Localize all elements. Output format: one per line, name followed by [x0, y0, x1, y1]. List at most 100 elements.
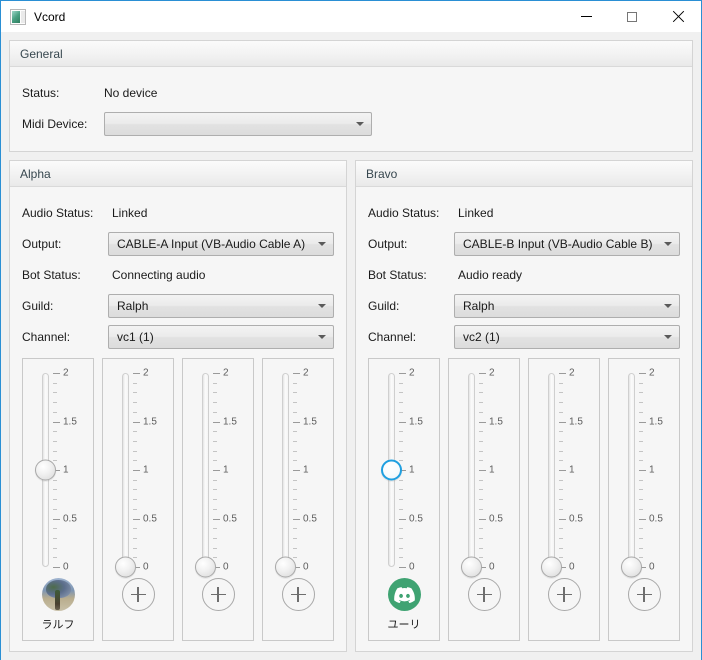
slider-tick-label: 1 — [63, 464, 69, 476]
slider-tick-minor — [559, 489, 563, 491]
slider-groove — [282, 373, 289, 567]
mixer-strip: 2 1.5 1 0.5 0 — [262, 358, 334, 641]
bravo-volume-slider-4[interactable]: 2 1.5 1 0.5 0 — [616, 367, 672, 578]
alpha-volume-slider-1[interactable]: 2 1.5 1 0.5 0 — [30, 367, 86, 573]
slider-tick-major — [399, 421, 406, 423]
slider-tick-minor — [479, 557, 483, 559]
general-group: General Status: No device Midi Device: — [9, 40, 693, 152]
slider-tick-minor — [479, 440, 483, 442]
maximize-button[interactable] — [609, 1, 655, 32]
bravo-output-row: Output: CABLE-B Input (VB-Audio Cable B) — [368, 230, 680, 257]
bravo-volume-slider-1[interactable]: 2 1.5 1 0.5 0 — [376, 367, 432, 573]
slider-tick-minor — [639, 411, 643, 413]
add-user-button[interactable] — [627, 578, 661, 611]
slider-tick-major — [639, 421, 646, 423]
slider-tick-minor — [213, 460, 217, 462]
alpha-audio-status-label: Audio Status: — [22, 205, 94, 220]
bravo-channel-select[interactable]: vc2 (1) — [454, 324, 680, 349]
slider-tick-major — [53, 421, 60, 423]
slider-tick-minor — [639, 508, 643, 510]
slider-tick-minor — [213, 537, 217, 539]
slider-handle[interactable] — [115, 556, 136, 578]
slider-tick-minor — [293, 402, 297, 404]
bravo-volume-slider-2[interactable]: 2 1.5 1 0.5 0 — [456, 367, 512, 578]
alpha-channel-select[interactable]: vc1 (1) — [108, 324, 334, 349]
bravo-output-select[interactable]: CABLE-B Input (VB-Audio Cable B) — [454, 231, 680, 256]
slider-tick-label: 2 — [143, 367, 149, 379]
bravo-channel-row: Channel: vc2 (1) — [368, 323, 680, 350]
slider-handle[interactable] — [541, 556, 562, 578]
midi-device-select[interactable] — [104, 111, 372, 136]
slider-tick-minor — [133, 499, 137, 501]
slider-tick-minor — [559, 402, 563, 404]
alpha-audio-status-row: Audio Status: Linked — [22, 199, 334, 226]
slider-tick-minor — [479, 460, 483, 462]
slider-tick-label: 1 — [649, 464, 655, 476]
add-user-button[interactable] — [281, 578, 315, 611]
slider-handle[interactable] — [195, 556, 216, 578]
slider-tick-major — [53, 518, 60, 520]
chevron-down-icon — [311, 233, 333, 255]
mixer-strip: 2 1.5 1 0.5 0 — [528, 358, 600, 641]
alpha-guild-row: Guild: Ralph — [22, 292, 334, 319]
slider-tick-minor — [133, 479, 137, 481]
avatar[interactable] — [41, 578, 75, 611]
alpha-guild-select[interactable]: Ralph — [108, 293, 334, 318]
bravo-volume-slider-3[interactable]: 2 1.5 1 0.5 0 — [536, 367, 592, 578]
slider-tick-minor — [213, 557, 217, 559]
slider-handle[interactable] — [461, 556, 482, 578]
avatar[interactable] — [387, 578, 421, 611]
slider-tick-major — [293, 373, 300, 374]
slider-tick-minor — [479, 431, 483, 433]
slider-tick-major — [559, 470, 566, 471]
bravo-output-label: Output: — [368, 236, 408, 251]
slider-tick-minor — [559, 499, 563, 501]
title-bar-left: Vcord — [1, 8, 65, 25]
alpha-output-select[interactable]: CABLE-A Input (VB-Audio Cable A) — [108, 231, 334, 256]
slider-tick-minor — [133, 440, 137, 442]
general-group-body: Status: No device Midi Device: — [10, 67, 692, 151]
slider-tick-minor — [559, 537, 563, 539]
slider-tick-minor — [479, 537, 483, 539]
alpha-group-header: Alpha — [10, 161, 346, 187]
alpha-guild-label: Guild: — [22, 298, 54, 313]
alpha-volume-slider-2[interactable]: 2 1.5 1 0.5 0 — [110, 367, 166, 578]
alpha-mixer-strips: 2 1.5 1 0.5 0 ラルフ 2 1.5 1 0.5 0 2 1.5 1 0.5 0 2 1.5 1 0.5 0 — [22, 358, 334, 641]
slider-tick-label: 0.5 — [409, 513, 423, 524]
slider-tick-minor — [559, 392, 563, 394]
slider-handle[interactable] — [275, 556, 296, 578]
slider-tick-minor — [479, 489, 483, 491]
slider-tick-minor — [293, 460, 297, 462]
slider-tick-minor — [213, 382, 217, 384]
slider-tick-minor — [293, 547, 297, 549]
add-user-button[interactable] — [547, 578, 581, 611]
slider-handle[interactable] — [381, 459, 402, 481]
alpha-bot-status-row: Bot Status: Connecting audio — [22, 261, 334, 288]
add-user-button[interactable] — [467, 578, 501, 611]
slider-tick-label: 0.5 — [143, 513, 157, 524]
slider-scale: 2 1.5 1 0.5 0 — [213, 368, 246, 573]
mixer-strip: 2 1.5 1 0.5 0 — [448, 358, 520, 641]
slider-tick-minor — [213, 499, 217, 501]
bravo-guild-select[interactable]: Ralph — [454, 293, 680, 318]
slider-tick-major — [639, 470, 646, 471]
slider-tick-label: 2 — [649, 367, 655, 379]
minimize-button[interactable] — [563, 1, 609, 32]
slider-handle[interactable] — [621, 556, 642, 578]
alpha-volume-slider-4[interactable]: 2 1.5 1 0.5 0 — [270, 367, 326, 578]
slider-tick-minor — [479, 528, 483, 530]
bravo-guild-label: Guild: — [368, 298, 400, 313]
add-user-button[interactable] — [201, 578, 235, 611]
slider-tick-label: 2 — [223, 367, 229, 379]
slider-tick-major — [399, 567, 406, 568]
chevron-down-icon — [657, 326, 679, 348]
general-group-header: General — [10, 41, 692, 67]
chevron-down-icon — [311, 295, 333, 317]
slider-handle[interactable] — [35, 459, 56, 481]
alpha-volume-slider-3[interactable]: 2 1.5 1 0.5 0 — [190, 367, 246, 578]
slider-tick-minor — [559, 411, 563, 413]
close-button[interactable] — [655, 1, 701, 32]
slider-tick-major — [479, 470, 486, 471]
add-user-button[interactable] — [121, 578, 155, 611]
slider-groove — [122, 373, 129, 567]
